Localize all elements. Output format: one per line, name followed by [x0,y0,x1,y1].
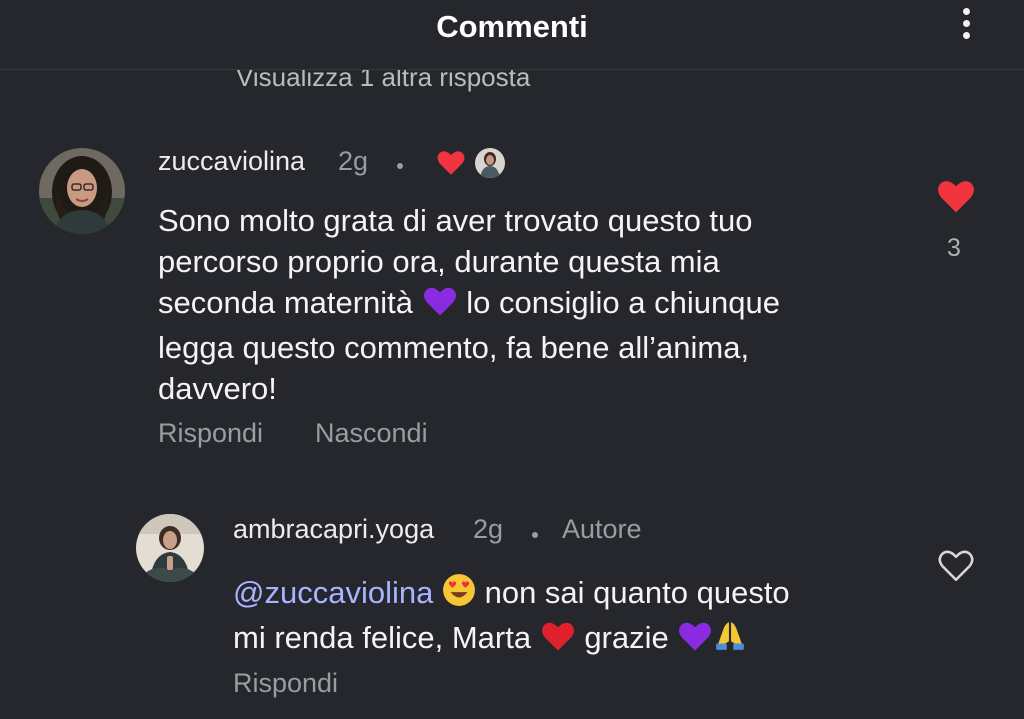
comments-header: Commenti [0,0,1024,70]
author-badge: Autore [562,514,642,544]
reply-time: 2g [473,514,504,544]
comment-line: Sono molto grata di aver trovato questo … [158,203,753,238]
page-title: Commenti [436,9,588,44]
avatar[interactable] [39,148,125,234]
like-heart-outline-icon[interactable] [937,548,975,583]
purple-heart-icon [422,285,458,327]
purple-heart-icon [677,620,713,662]
separator-dot [397,163,403,169]
reply-button[interactable]: Rispondi [233,668,338,699]
comment-time: 2g [338,146,369,176]
reply-text: mi renda felice, Marta [233,620,532,655]
reply-username[interactable]: ambracapri.yoga [233,514,434,545]
separator-dot [532,532,538,538]
comment-body: Sono molto grata di aver trovato questo … [158,200,918,409]
reply-body: @zuccaviolina non sai quanto questo mi r… [233,572,913,662]
avatar[interactable] [136,514,204,582]
red-heart-icon [540,620,576,662]
reply-button[interactable]: Rispondi [158,418,263,449]
author-avatar-small [475,148,505,178]
comment-line: seconda maternità lo consiglio a chiunqu… [158,282,918,327]
hide-button[interactable]: Nascondi [315,418,428,449]
more-options-icon[interactable] [950,4,982,48]
comments-screen: Commenti Visualizza 1 altra risposta zuc… [0,0,1024,719]
reply-line: @zuccaviolina non sai quanto questo [233,572,913,617]
folded-hands-icon [713,618,747,662]
reply-text: grazie [584,620,669,655]
like-count: 3 [947,234,961,262]
comment-line: legga questo commento, fa bene all’anima… [158,330,750,365]
comment-username[interactable]: zuccaviolina [158,146,305,177]
mention-link[interactable]: @zuccaviolina [233,575,433,610]
comment-text: lo consiglio a chiunque [466,285,780,320]
reply-text: non sai quanto questo [484,575,790,610]
author-liked-heart-icon [436,149,466,176]
heart-eyes-emoji-icon [442,573,476,617]
comment-text: seconda maternità [158,285,414,320]
like-heart-icon[interactable] [936,178,976,214]
comment-line: percorso proprio ora, durante questa mia [158,244,720,279]
reply-line: mi renda felice, Marta grazie [233,617,913,662]
comment-line: davvero! [158,371,277,406]
